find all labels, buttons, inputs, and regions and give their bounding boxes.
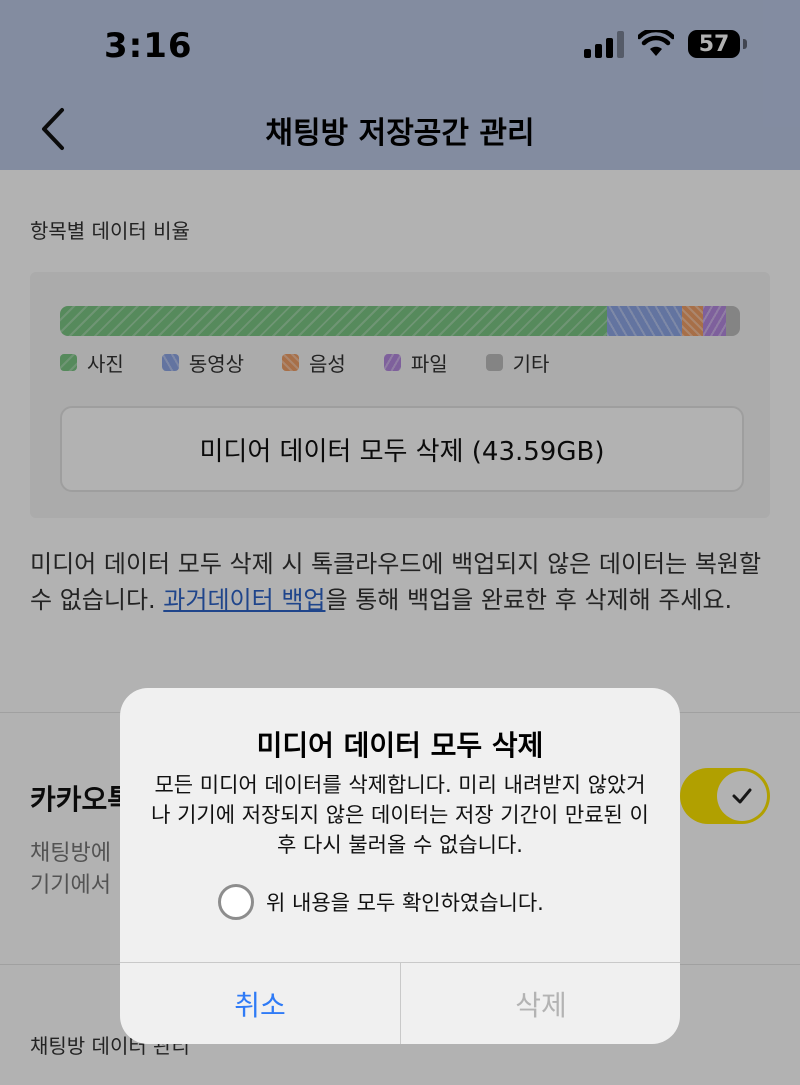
confirm-checkbox-row[interactable]: 위 내용을 모두 확인하였습니다. (218, 884, 544, 920)
cancel-button[interactable]: 취소 (120, 963, 400, 1044)
storage-management-screen: 3:16 57 채팅방 저장공간 관리 항목별 데이터 비율 사진 동영상 음성 파일… (0, 0, 800, 1085)
delete-confirm-dialog: 미디어 데이터 모두 삭제 모든 미디어 데이터를 삭제합니다. 미리 내려받지… (120, 688, 680, 1044)
delete-button[interactable]: 삭제 (401, 963, 680, 1044)
confirm-label: 위 내용을 모두 확인하였습니다. (266, 891, 544, 915)
dialog-title: 미디어 데이터 모두 삭제 (256, 729, 544, 762)
dialog-message: 모든 미디어 데이터를 삭제합니다. 미리 내려받지 않았거나 기기에 저장되지… (151, 773, 649, 857)
confirm-radio[interactable] (218, 884, 254, 920)
